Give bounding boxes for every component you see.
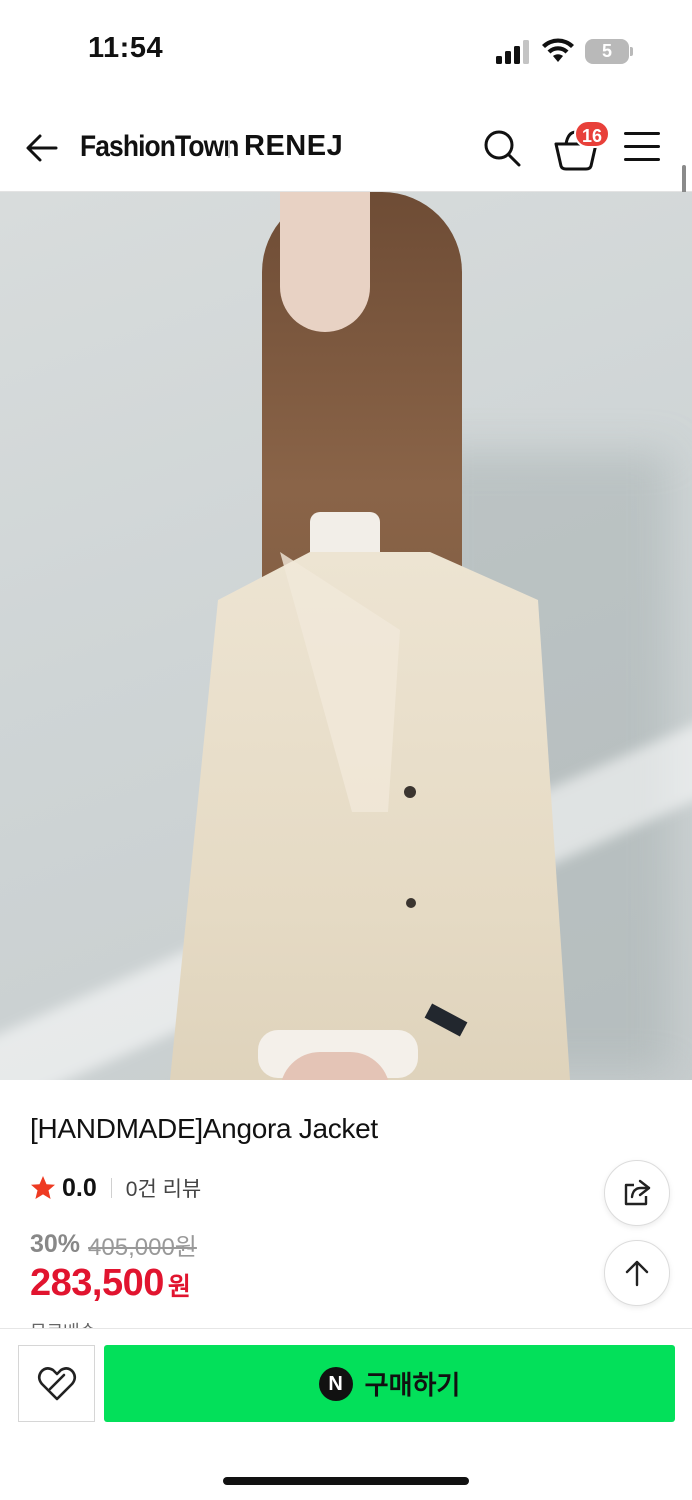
battery-level: 5 (585, 39, 629, 64)
scroll-to-top-button[interactable] (604, 1240, 670, 1306)
hamburger-menu-icon[interactable] (624, 132, 660, 162)
battery-cap (630, 47, 633, 56)
buy-button-label: 구매하기 (364, 1370, 461, 1400)
share-icon (624, 1179, 651, 1206)
brand-logo[interactable]: FashionTown (80, 130, 239, 164)
status-bar: 11:54 5 (0, 0, 692, 100)
rating-row[interactable]: 0.0 0건 리뷰 (30, 1172, 201, 1204)
share-button[interactable] (604, 1160, 670, 1226)
home-indicator (223, 1477, 469, 1485)
review-count[interactable]: 0건 리뷰 (126, 1173, 201, 1203)
jacket-button (406, 898, 416, 908)
back-arrow-icon[interactable] (22, 128, 62, 168)
discount-rate: 30% (30, 1229, 81, 1258)
sale-price-row: 283,500 원 (30, 1262, 191, 1305)
store-name[interactable]: RENEJ (244, 130, 343, 163)
arrow-up-icon (625, 1260, 649, 1287)
battery-icon: 5 (585, 39, 633, 64)
star-icon (31, 1176, 55, 1199)
buy-button[interactable]: N 구매하기 (104, 1345, 675, 1422)
sale-price: 283,500 (30, 1262, 164, 1304)
price-row: 30% 405,000원 (30, 1228, 197, 1261)
model-face (280, 192, 370, 332)
search-icon[interactable] (482, 128, 522, 168)
product-title: [HANDMADE]Angora Jacket (30, 1113, 378, 1144)
jacket-button (404, 786, 416, 798)
header: FashionTown RENEJ 16 (0, 100, 692, 192)
wifi-icon (542, 38, 574, 62)
bottom-action-bar: N 구매하기 (0, 1328, 692, 1500)
sale-price-unit: 원 (167, 1273, 191, 1301)
cart-count-badge: 16 (574, 120, 611, 148)
cellular-signal-icon (496, 40, 529, 64)
brand-divider (228, 140, 230, 158)
naver-pay-logo-icon: N (318, 1366, 353, 1401)
heart-icon (37, 1366, 76, 1400)
wishlist-button[interactable] (18, 1345, 95, 1422)
rating-divider (110, 1178, 112, 1198)
rating-value: 0.0 (62, 1173, 97, 1202)
original-price: 405,000원 (88, 1233, 197, 1261)
status-time: 11:54 (88, 32, 164, 64)
product-image[interactable]: 1/6 (0, 192, 692, 1080)
